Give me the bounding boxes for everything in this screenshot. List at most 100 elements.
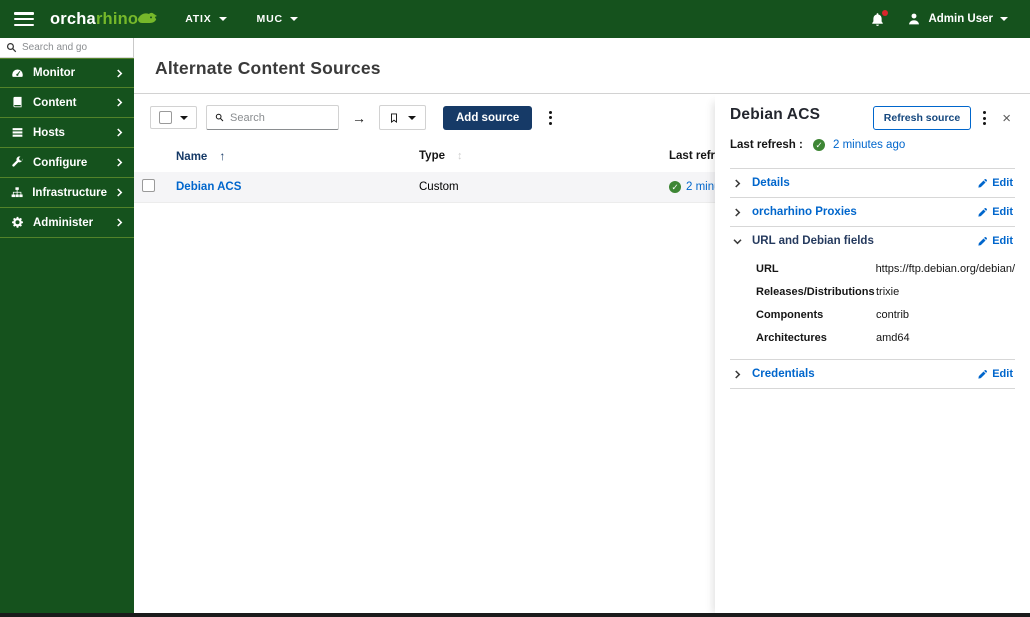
chevron-right-icon	[116, 188, 123, 197]
section-orcharhino-proxies[interactable]: orcharhino Proxies Edit	[730, 197, 1015, 226]
drawer-actions: Refresh source ×	[872, 106, 1015, 130]
select-all-checkbox[interactable]	[159, 111, 172, 124]
chevron-right-icon	[116, 98, 123, 107]
window-bottom-edge	[0, 613, 1030, 617]
last-refresh-value-link[interactable]: 2 minutes ago	[833, 139, 905, 151]
chevron-down-icon	[180, 115, 188, 120]
user-icon	[909, 13, 920, 25]
sort-ascending-icon[interactable]: ↑	[219, 149, 225, 163]
chevron-right-icon	[732, 369, 742, 379]
section-url-debian-fields[interactable]: URL and Debian fields Edit	[730, 226, 1015, 255]
sidebar-item-label: Monitor	[33, 67, 76, 79]
chevron-right-icon	[732, 178, 742, 188]
chevron-right-icon	[116, 68, 123, 78]
topbar-right: Admin User	[870, 9, 1030, 27]
server-icon	[12, 128, 23, 137]
add-source-button[interactable]: Add source	[443, 105, 533, 130]
sidebar-item-label: Configure	[33, 156, 88, 169]
chevron-down-icon	[289, 17, 298, 21]
rhino-icon	[138, 12, 158, 23]
acs-name-link[interactable]: Debian ACS	[176, 181, 241, 193]
pencil-icon	[978, 207, 988, 217]
detail-drawer: Debian ACS Refresh source × Last refresh…	[715, 94, 1030, 613]
sidebar-item-monitor[interactable]: Monitor	[0, 58, 134, 88]
column-header-type[interactable]: Type ↕	[411, 140, 661, 172]
field-releases: Releases/Distributions trixie	[756, 285, 900, 298]
section-label[interactable]: Details	[752, 177, 790, 189]
edit-credentials-link[interactable]: Edit	[977, 368, 1013, 380]
edit-details-link[interactable]: Edit	[977, 177, 1013, 189]
sidebar-item-label: Content	[33, 96, 77, 109]
chevron-down-icon	[218, 17, 227, 21]
toolbar-kebab-menu[interactable]	[541, 107, 560, 129]
row-checkbox[interactable]	[142, 179, 155, 192]
drawer-header: Debian ACS Refresh source ×	[730, 106, 1015, 130]
search-submit-arrow-icon[interactable]: →	[348, 110, 370, 126]
sidebar-item-label: Administer	[33, 216, 94, 229]
close-icon[interactable]: ×	[998, 108, 1015, 129]
topnav-muc[interactable]: MUC	[257, 13, 298, 25]
bulk-select-dropdown[interactable]	[150, 106, 197, 129]
drawer-kebab-menu[interactable]	[975, 107, 994, 129]
table-search[interactable]	[206, 105, 339, 130]
notification-dot	[882, 9, 889, 16]
edit-url-fields-link[interactable]: Edit	[977, 235, 1013, 247]
drawer-title: Debian ACS	[730, 106, 821, 123]
sidebar-item-content[interactable]: Content	[0, 88, 134, 118]
logo-text-orcha: orcha	[50, 9, 96, 28]
chevron-right-icon	[116, 218, 123, 227]
sidebar-search[interactable]	[0, 38, 134, 58]
book-icon	[13, 96, 22, 108]
drawer-last-refresh: Last refresh : ✓ 2 minutes ago	[730, 139, 1015, 151]
gear-icon	[12, 216, 23, 228]
sidebar-item-label: Infrastructure	[32, 186, 107, 199]
section-label[interactable]: URL and Debian fields	[752, 235, 874, 247]
sidebar-search-input[interactable]	[22, 42, 122, 53]
section-label[interactable]: Credentials	[752, 368, 815, 380]
pencil-icon	[978, 236, 988, 246]
page-title: Alternate Content Sources	[155, 58, 381, 78]
gauge-icon	[12, 68, 23, 77]
pencil-icon	[978, 178, 988, 188]
table-search-input[interactable]	[230, 111, 330, 124]
field-components: Components contrib	[756, 308, 910, 321]
sidebar-item-administer[interactable]: Administer	[0, 208, 134, 238]
section-details[interactable]: Details Edit	[730, 168, 1015, 197]
sidebar-item-infrastructure[interactable]: Infrastructure	[0, 178, 134, 208]
sidebar-nav: Monitor Content Hosts Configure Infrastr…	[0, 58, 134, 238]
edit-proxies-link[interactable]: Edit	[977, 206, 1013, 218]
row-name-cell: Debian ACS	[168, 172, 411, 203]
url-debian-fields: URL https://ftp.debian.org/debian/ Relea…	[730, 255, 1015, 359]
sidebar-item-label: Hosts	[33, 126, 65, 139]
topnav-atix[interactable]: ATIX	[185, 13, 227, 25]
chevron-down-icon	[1000, 17, 1008, 21]
sitemap-icon	[11, 187, 23, 198]
search-icon	[215, 113, 224, 122]
chevron-right-icon	[116, 158, 123, 167]
row-checkbox-cell	[134, 172, 168, 203]
topnav-muc-label: MUC	[256, 13, 283, 25]
divider	[730, 388, 1015, 389]
bookmark-icon	[391, 112, 397, 123]
bookmark-dropdown[interactable]	[379, 105, 426, 130]
sidebar-item-configure[interactable]: Configure	[0, 148, 134, 178]
topbar-nav: ATIX MUC	[185, 13, 298, 25]
menu-toggle-button[interactable]	[14, 12, 34, 26]
notifications-bell-icon[interactable]	[870, 9, 889, 27]
field-architectures: Architectures amd64	[756, 331, 910, 344]
section-label[interactable]: orcharhino Proxies	[752, 206, 857, 218]
logo-text-rhino: rhino	[95, 9, 139, 28]
search-icon	[6, 42, 17, 53]
row-type-cell: Custom	[411, 172, 661, 203]
column-header-name[interactable]: Name ↑	[168, 140, 411, 172]
success-check-icon: ✓	[813, 139, 825, 151]
refresh-source-button[interactable]: Refresh source	[872, 106, 972, 130]
section-credentials[interactable]: Credentials Edit	[730, 359, 1015, 388]
last-refresh-label: Last refresh :	[730, 139, 803, 151]
sidebar-item-hosts[interactable]: Hosts	[0, 118, 134, 148]
user-menu[interactable]: Admin User	[907, 12, 1008, 26]
chevron-down-icon	[408, 115, 416, 120]
sort-icon[interactable]: ↕	[457, 150, 463, 162]
chevron-down-icon	[732, 238, 742, 245]
orcharhino-logo: orcha rhino	[50, 10, 159, 29]
